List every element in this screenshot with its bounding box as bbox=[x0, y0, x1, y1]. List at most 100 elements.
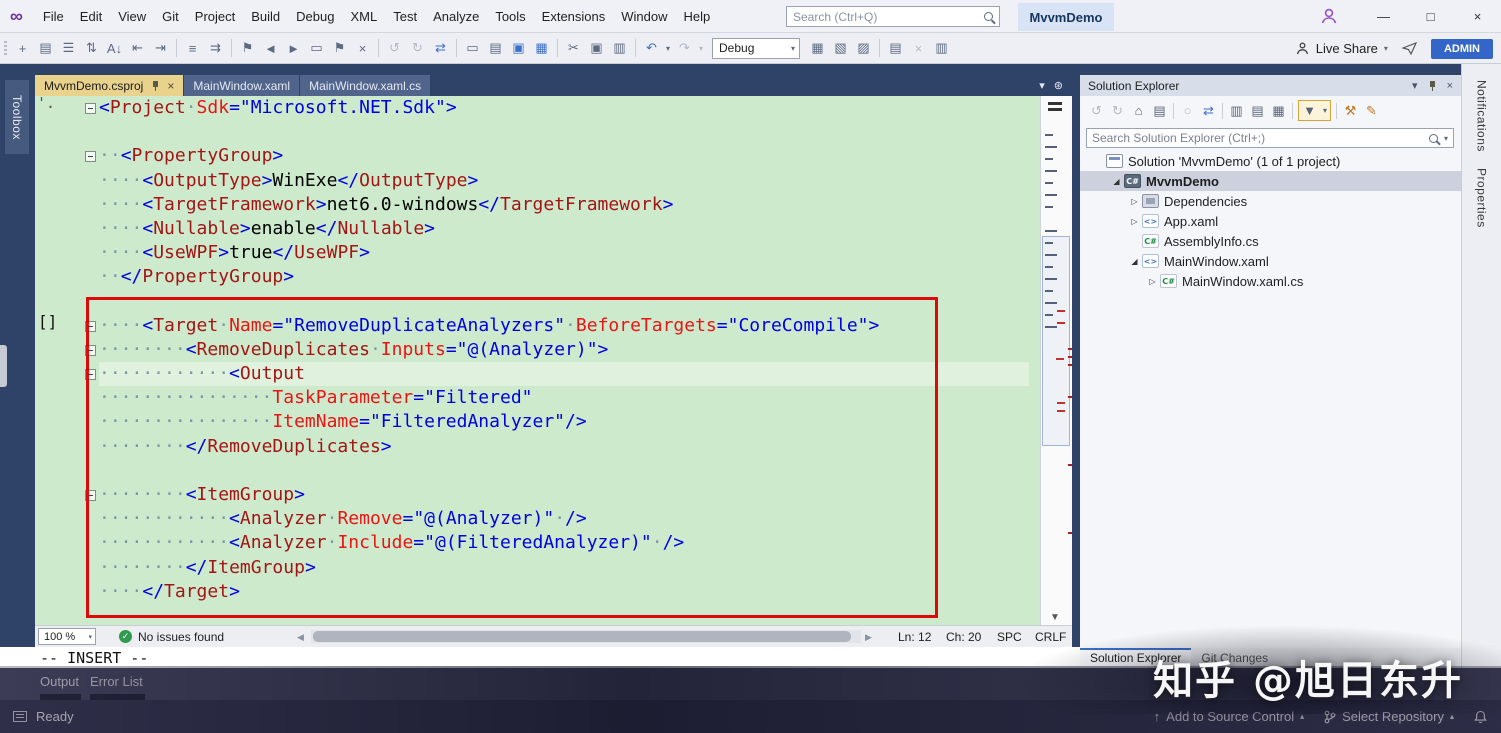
tree-item-solution-mvvmdemo-1-of-1-project-[interactable]: Solution 'MvvmDemo' (1 of 1 project) bbox=[1080, 151, 1461, 171]
fold-toggle-line-3[interactable] bbox=[85, 151, 96, 162]
stop-icon[interactable]: × bbox=[907, 37, 930, 59]
health-check-icon[interactable]: ✓ bbox=[119, 630, 132, 643]
panel-tab-output[interactable]: Output bbox=[40, 674, 79, 689]
menu-view[interactable]: View bbox=[110, 5, 154, 28]
menu-git[interactable]: Git bbox=[154, 5, 187, 28]
uncomment-icon[interactable]: ⇉ bbox=[204, 37, 227, 59]
sort-lines-icon[interactable]: ⇅ bbox=[80, 37, 103, 59]
select-repository-button[interactable]: Select Repository ▴ bbox=[1324, 709, 1454, 724]
line-ending-indicator[interactable]: CRLF bbox=[1035, 630, 1066, 644]
tree-item-mainwindow-xaml-cs[interactable]: ▷C#MainWindow.xaml.cs bbox=[1080, 271, 1461, 291]
solution-explorer-search[interactable]: ▾ bbox=[1086, 128, 1454, 148]
admin-button[interactable]: ADMIN bbox=[1431, 39, 1493, 59]
fold-toggle-line-17[interactable] bbox=[85, 490, 96, 501]
toggle-bookmark-icon[interactable]: ⚑ bbox=[236, 37, 259, 59]
copy-icon[interactable]: ▣ bbox=[585, 37, 608, 59]
panel-tab-error-list[interactable]: Error List bbox=[90, 674, 143, 689]
redo-dropdown-icon[interactable]: ▾ bbox=[696, 37, 706, 59]
properties-icon[interactable]: ▦ bbox=[1268, 101, 1289, 121]
tree-item-app-xaml[interactable]: ▷<>App.xaml bbox=[1080, 211, 1461, 231]
navigate-back-icon[interactable]: ↺ bbox=[383, 37, 406, 59]
prev-bookmark-icon[interactable]: ◄ bbox=[259, 37, 282, 59]
undo-icon[interactable]: ↶ bbox=[640, 37, 663, 59]
horizontal-scrollbar-thumb[interactable] bbox=[313, 631, 851, 642]
collapse-all-icon[interactable]: ▥ bbox=[1226, 101, 1247, 121]
preview-selected-icon[interactable]: ▼ bbox=[1299, 101, 1320, 121]
navigate-forward-icon[interactable]: ↻ bbox=[406, 37, 429, 59]
pending-changes-icon[interactable]: ○ bbox=[1177, 101, 1198, 121]
all-bookmarks-icon[interactable]: ⚑ bbox=[328, 37, 351, 59]
options-icon[interactable]: ▥ bbox=[930, 37, 953, 59]
collapsed-expander-icon[interactable]: ▷ bbox=[1128, 217, 1141, 226]
pin-icon[interactable] bbox=[151, 80, 160, 92]
doc-tab-mainwindow-xaml[interactable]: MainWindow.xaml bbox=[184, 75, 299, 96]
preview-changes-icon[interactable]: ▦ bbox=[806, 37, 829, 59]
menu-project[interactable]: Project bbox=[187, 5, 243, 28]
hscroll-left-icon[interactable]: ◀ bbox=[297, 632, 304, 643]
zoom-dropdown[interactable]: 100 % ▾ bbox=[38, 628, 96, 645]
format-document-icon[interactable]: ☰ bbox=[57, 37, 80, 59]
increase-indent-icon[interactable]: ⇥ bbox=[149, 37, 172, 59]
toolbox-side-tab[interactable]: Toolbox bbox=[5, 80, 29, 154]
decrease-indent-icon[interactable]: ⇤ bbox=[126, 37, 149, 59]
toolbar-grip[interactable] bbox=[4, 41, 7, 55]
tabstrip-options-icon[interactable]: ⊛ bbox=[1054, 79, 1063, 92]
scrollbar-minimap[interactable]: ▼ bbox=[1040, 96, 1072, 625]
comment-icon[interactable]: ≡ bbox=[181, 37, 204, 59]
redo-icon[interactable]: ↷ bbox=[673, 37, 696, 59]
fold-toggle-line-12[interactable] bbox=[85, 369, 96, 380]
switch-views-icon[interactable]: ▤ bbox=[1149, 101, 1170, 121]
menu-window[interactable]: Window bbox=[613, 5, 675, 28]
bookmark-folder-icon[interactable]: ▭ bbox=[305, 37, 328, 59]
wrench-icon[interactable]: ⚒ bbox=[1340, 101, 1361, 121]
find-in-files-icon[interactable]: ▤ bbox=[884, 37, 907, 59]
side-tab-properties[interactable]: Properties bbox=[1475, 168, 1489, 228]
minimize-button[interactable]: — bbox=[1360, 0, 1407, 33]
add-to-source-control-button[interactable]: ↑ Add to Source Control ▴ bbox=[1154, 709, 1304, 724]
open-file-icon[interactable]: ▤ bbox=[484, 37, 507, 59]
side-tab-notifications[interactable]: Notifications bbox=[1475, 80, 1489, 152]
fold-toggle-line-11[interactable] bbox=[85, 345, 96, 356]
menu-test[interactable]: Test bbox=[385, 5, 425, 28]
menu-xml[interactable]: XML bbox=[342, 5, 385, 28]
solution-explorer-header[interactable]: Solution Explorer ▾ × bbox=[1080, 75, 1461, 96]
collapsed-expander-icon[interactable]: ▷ bbox=[1146, 277, 1159, 286]
code-editor[interactable]: '. [] <Project·Sdk="Microsoft.NET.Sdk">·… bbox=[35, 96, 1040, 625]
menu-edit[interactable]: Edit bbox=[72, 5, 110, 28]
split-window-grip[interactable] bbox=[1048, 102, 1062, 111]
forward-icon[interactable]: ↻ bbox=[1107, 101, 1128, 121]
bell-icon[interactable] bbox=[1474, 710, 1487, 724]
quick-search-box[interactable] bbox=[786, 6, 1000, 27]
hscroll-right-icon[interactable]: ▶ bbox=[865, 632, 872, 643]
tree-item-mvvmdemo[interactable]: ◢C#MvvmDemo bbox=[1080, 171, 1461, 191]
undo-dropdown-icon[interactable]: ▾ bbox=[663, 37, 673, 59]
add-item-icon[interactable]: + bbox=[11, 37, 34, 59]
back-icon[interactable]: ↺ bbox=[1086, 101, 1107, 121]
maximize-button[interactable]: □ bbox=[1407, 0, 1454, 33]
doc-tab-mainwindow-xaml-cs[interactable]: MainWindow.xaml.cs bbox=[300, 75, 430, 96]
chevron-down-icon[interactable]: ▾ bbox=[1444, 134, 1448, 143]
expanded-expander-icon[interactable]: ◢ bbox=[1128, 257, 1141, 266]
se-bottom-tab-git-changes[interactable]: Git Changes bbox=[1191, 648, 1278, 668]
menu-file[interactable]: File bbox=[35, 5, 72, 28]
close-tab-icon[interactable]: × bbox=[167, 79, 174, 93]
feedback-icon[interactable] bbox=[1402, 42, 1417, 55]
sync-active-document-icon[interactable]: ⇄ bbox=[1198, 101, 1219, 121]
menu-extensions[interactable]: Extensions bbox=[534, 5, 614, 28]
save-icon[interactable]: ▣ bbox=[507, 37, 530, 59]
collapsed-panel-handle[interactable] bbox=[0, 345, 7, 387]
sort-az-icon[interactable]: A↓ bbox=[103, 37, 126, 59]
save-all-icon[interactable]: ▦ bbox=[530, 37, 553, 59]
menu-tools[interactable]: Tools bbox=[487, 5, 533, 28]
next-bookmark-icon[interactable]: ► bbox=[282, 37, 305, 59]
solution-search-input[interactable] bbox=[1092, 131, 1429, 145]
menu-analyze[interactable]: Analyze bbox=[425, 5, 487, 28]
chevron-down-icon[interactable]: ▾ bbox=[1412, 79, 1418, 92]
boxed-icon-group[interactable]: ▼▾ bbox=[1298, 100, 1331, 121]
tab-overflow-icon[interactable]: ▾ bbox=[1039, 79, 1045, 92]
new-file-icon[interactable]: ▭ bbox=[461, 37, 484, 59]
clear-bookmarks-icon[interactable]: × bbox=[351, 37, 374, 59]
close-panel-icon[interactable]: × bbox=[1447, 80, 1453, 92]
pin-icon[interactable] bbox=[1428, 80, 1437, 92]
close-button[interactable]: × bbox=[1454, 0, 1501, 33]
